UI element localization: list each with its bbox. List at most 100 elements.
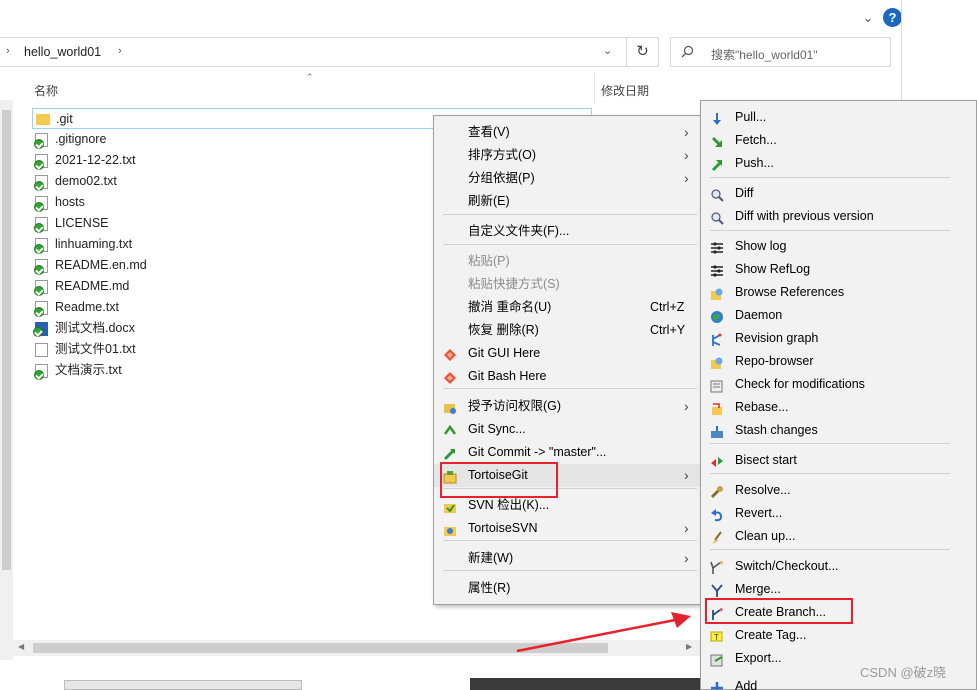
- context-menu-item[interactable]: Git Commit -> "master"...: [434, 441, 700, 464]
- menu-item-label: Git Bash Here: [468, 369, 547, 383]
- context-menu-item[interactable]: 分组依据(P) ›: [434, 167, 700, 190]
- submenu-arrow-icon: ›: [684, 550, 689, 566]
- context-menu-item[interactable]: 自定义文件夹(F)...: [434, 220, 700, 243]
- context-menu-item[interactable]: 新建(W) ›: [434, 547, 700, 570]
- vertical-scrollbar[interactable]: ▼: [0, 100, 13, 660]
- rebase-icon: [710, 401, 724, 415]
- git-ok-overlay-icon: [34, 307, 44, 317]
- menu-item-label: Browse References: [735, 285, 845, 299]
- menu-item-label: Stash changes: [735, 423, 818, 437]
- tortoisegit-menu-item[interactable]: Diff: [701, 182, 976, 205]
- tortoisegit-menu-item[interactable]: Pull...: [701, 106, 976, 129]
- diff-icon: [710, 210, 724, 225]
- menu-item-label: 属性(R): [468, 581, 511, 595]
- menu-item-label: 授予访问权限(G): [468, 399, 562, 413]
- tortoisegit-menu-item[interactable]: Repo-browser: [701, 350, 976, 373]
- refs-icon: [710, 286, 724, 300]
- window-border: [901, 0, 902, 100]
- git-tracked-file-icon: [34, 238, 48, 254]
- sync-icon: [443, 423, 457, 437]
- git-tracked-file-icon: [34, 259, 48, 275]
- context-menu-item[interactable]: Git GUI Here: [434, 342, 700, 365]
- tortoisegit-menu-item[interactable]: Switch/Checkout...: [701, 555, 976, 578]
- file-name: 测试文件01.txt: [55, 342, 136, 356]
- column-name-header[interactable]: 名称: [34, 82, 58, 99]
- tortoisegit-menu-item[interactable]: Rebase...: [701, 396, 976, 419]
- tortoisegit-menu-item[interactable]: Browse References: [701, 281, 976, 304]
- tortoisegit-menu-item[interactable]: T Create Tag...: [701, 624, 976, 647]
- menu-item-label: Show log: [735, 239, 787, 253]
- pull-icon: [710, 111, 724, 125]
- git-tracked-file-icon: [34, 196, 48, 212]
- menu-separator: [443, 244, 697, 245]
- refresh-button[interactable]: ↻: [627, 37, 659, 67]
- context-menu-item[interactable]: 刷新(E): [434, 190, 700, 213]
- annotation-arrow-icon: [516, 612, 691, 653]
- git-tracked-file-icon: [34, 280, 48, 296]
- menu-item-label: 排序方式(O): [468, 148, 537, 162]
- file-name: .gitignore: [55, 132, 107, 146]
- column-date-header[interactable]: 修改日期: [601, 82, 649, 99]
- highlight-box-tortoisegit: [440, 462, 558, 498]
- tortoisegit-menu-item[interactable]: Resolve...: [701, 479, 976, 502]
- context-menu-item[interactable]: 撤消 重命名(U) Ctrl+Z: [434, 296, 700, 319]
- menu-item-label: Show RefLog: [735, 262, 811, 276]
- search-input[interactable]: 搜索"hello_world01": [670, 37, 891, 67]
- fetch-icon: [710, 134, 724, 148]
- context-menu-item[interactable]: TortoiseSVN ›: [434, 517, 700, 540]
- stash-icon: [710, 424, 724, 438]
- context-menu-item[interactable]: 粘贴(P): [434, 250, 700, 273]
- menu-item-label: Check for modifications: [735, 377, 865, 391]
- merge-icon: [710, 583, 724, 597]
- tortoisegit-menu-item[interactable]: Daemon: [701, 304, 976, 327]
- menu-item-shortcut: Ctrl+Z: [650, 300, 685, 314]
- highlight-box-create-branch: [705, 598, 853, 624]
- tortoisegit-menu-item[interactable]: Check for modifications: [701, 373, 976, 396]
- git-tracked-file-icon: [34, 154, 48, 170]
- tortoisegit-menu-item[interactable]: Bisect start: [701, 449, 976, 472]
- context-menu-item[interactable]: Git Bash Here: [434, 365, 700, 388]
- menu-item-label: Rebase...: [735, 400, 789, 414]
- chevron-right-icon[interactable]: ›: [6, 45, 10, 57]
- tortoisegit-menu-item[interactable]: Stash changes: [701, 419, 976, 442]
- git-ok-overlay-icon: [34, 244, 44, 254]
- tortoisegit-menu-item[interactable]: Fetch...: [701, 129, 976, 152]
- address-bar[interactable]: › hello_world01 › ⌄: [0, 37, 627, 67]
- switch-icon: [710, 560, 724, 574]
- menu-item-label: 粘贴(P): [468, 254, 510, 268]
- git-ok-overlay-icon: [33, 327, 43, 337]
- menu-separator: [710, 549, 950, 550]
- scroll-left-icon[interactable]: ◀: [18, 642, 24, 651]
- commit-icon: [443, 446, 457, 461]
- tortoisegit-menu-item[interactable]: Clean up...: [701, 525, 976, 548]
- help-icon[interactable]: ?: [883, 8, 902, 27]
- column-divider[interactable]: [594, 72, 595, 104]
- menu-separator: [443, 540, 697, 541]
- chevron-right-icon[interactable]: ›: [118, 45, 122, 57]
- context-menu-item[interactable]: 属性(R): [434, 577, 700, 600]
- taskbar-fragment: [64, 680, 302, 690]
- menu-separator: [710, 473, 950, 474]
- push-icon: [710, 157, 724, 172]
- search-icon: [681, 45, 694, 58]
- file-name: hosts: [55, 195, 85, 209]
- scrollbar-thumb[interactable]: [2, 110, 11, 570]
- context-menu-item[interactable]: 查看(V) ›: [434, 121, 700, 144]
- breadcrumb-folder[interactable]: hello_world01: [24, 45, 101, 59]
- context-menu-item[interactable]: 粘贴快捷方式(S): [434, 273, 700, 296]
- tortoisegit-menu-item[interactable]: Show log: [701, 235, 976, 258]
- file-name: 文档演示.txt: [55, 363, 122, 377]
- context-menu-item[interactable]: 授予访问权限(G) ›: [434, 395, 700, 418]
- menu-item-label: 刷新(E): [468, 194, 510, 208]
- tsvn-icon: [443, 522, 457, 536]
- context-menu-item[interactable]: Git Sync...: [434, 418, 700, 441]
- context-menu-item[interactable]: 恢复 删除(R) Ctrl+Y: [434, 319, 700, 342]
- tortoisegit-menu-item[interactable]: Show RefLog: [701, 258, 976, 281]
- tortoisegit-menu-item[interactable]: Revert...: [701, 502, 976, 525]
- tortoisegit-menu-item[interactable]: Push...: [701, 152, 976, 175]
- context-menu-item[interactable]: 排序方式(O) ›: [434, 144, 700, 167]
- chevron-down-icon[interactable]: ⌄: [858, 8, 878, 28]
- tortoisegit-menu-item[interactable]: Diff with previous version: [701, 205, 976, 228]
- tortoisegit-menu-item[interactable]: Revision graph: [701, 327, 976, 350]
- chevron-down-icon[interactable]: ⌄: [603, 44, 612, 57]
